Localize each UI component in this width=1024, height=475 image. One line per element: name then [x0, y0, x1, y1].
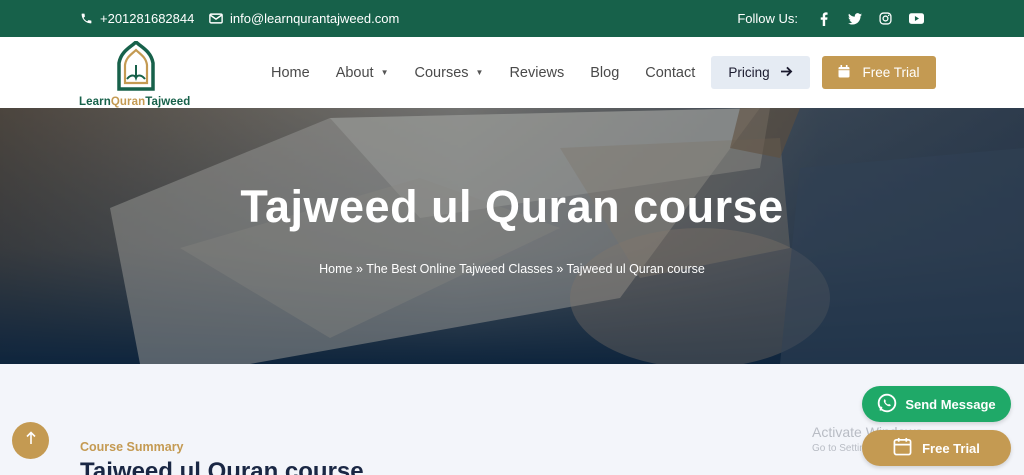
nav-blog[interactable]: Blog: [577, 37, 632, 108]
free-trial-label: Free Trial: [862, 65, 920, 80]
envelope-icon: [209, 13, 223, 24]
mosque-logo-icon: [115, 39, 157, 96]
hero-banner: Tajweed ul Quran course Home » The Best …: [0, 108, 1024, 364]
breadcrumb-current: Tajweed ul Quran course: [566, 262, 705, 276]
breadcrumb: Home » The Best Online Tajweed Classes »…: [0, 262, 1024, 276]
scroll-to-top-button[interactable]: [12, 422, 49, 459]
nav-reviews[interactable]: Reviews: [496, 37, 577, 108]
logo-text: LearnQuranTajweed: [79, 96, 191, 108]
course-summary-title: Tajweed ul Quran course: [80, 458, 364, 475]
facebook-icon[interactable]: [808, 0, 839, 37]
twitter-icon[interactable]: [839, 0, 870, 37]
phone-contact[interactable]: +201281682844: [80, 0, 194, 37]
pricing-button[interactable]: Pricing: [711, 56, 810, 89]
site-logo[interactable]: LearnQuranTajweed: [78, 39, 198, 108]
email-contact[interactable]: info@learnqurantajweed.com: [209, 0, 399, 37]
top-bar: +201281682844 info@learnqurantajweed.com…: [0, 0, 1024, 37]
site-header: LearnQuranTajweed Home About ▼ Courses ▼ R…: [0, 37, 1024, 108]
nav-home[interactable]: Home: [258, 37, 323, 108]
calendar-icon: [893, 437, 912, 459]
breadcrumb-separator: »: [556, 262, 564, 276]
floating-free-trial-label: Free Trial: [922, 440, 980, 456]
pricing-label: Pricing: [728, 65, 770, 80]
breadcrumb-section[interactable]: The Best Online Tajweed Classes: [366, 262, 553, 276]
arrow-right-icon: [780, 65, 793, 80]
caret-down-icon: ▼: [475, 68, 484, 77]
main-nav: Home About ▼ Courses ▼ Reviews Blog Contac…: [258, 37, 708, 108]
send-message-label: Send Message: [905, 396, 996, 412]
arrow-up-icon: [25, 431, 36, 450]
nav-courses[interactable]: Courses ▼: [402, 37, 497, 108]
page-title: Tajweed ul Quran course: [240, 181, 784, 232]
breadcrumb-separator: »: [355, 262, 363, 276]
nav-contact[interactable]: Contact: [632, 37, 708, 108]
send-message-button[interactable]: Send Message: [862, 386, 1011, 422]
instagram-icon[interactable]: [870, 0, 901, 37]
youtube-icon[interactable]: [901, 0, 932, 37]
course-summary-label: Course Summary: [80, 440, 184, 454]
phone-number: +201281682844: [100, 11, 195, 26]
follow-label: Follow Us:: [737, 11, 798, 26]
social-links: Follow Us:: [737, 0, 932, 37]
floating-free-trial-button[interactable]: Free Trial: [862, 430, 1011, 466]
hero-overlay: [0, 108, 1024, 364]
phone-icon: [80, 12, 93, 25]
email-address: info@learnqurantajweed.com: [230, 11, 400, 26]
whatsapp-icon: [877, 393, 897, 416]
breadcrumb-home[interactable]: Home: [319, 262, 352, 276]
nav-about[interactable]: About ▼: [323, 37, 402, 108]
free-trial-button[interactable]: Free Trial: [822, 56, 936, 89]
calendar-icon: [838, 64, 850, 81]
caret-down-icon: ▼: [380, 68, 389, 77]
